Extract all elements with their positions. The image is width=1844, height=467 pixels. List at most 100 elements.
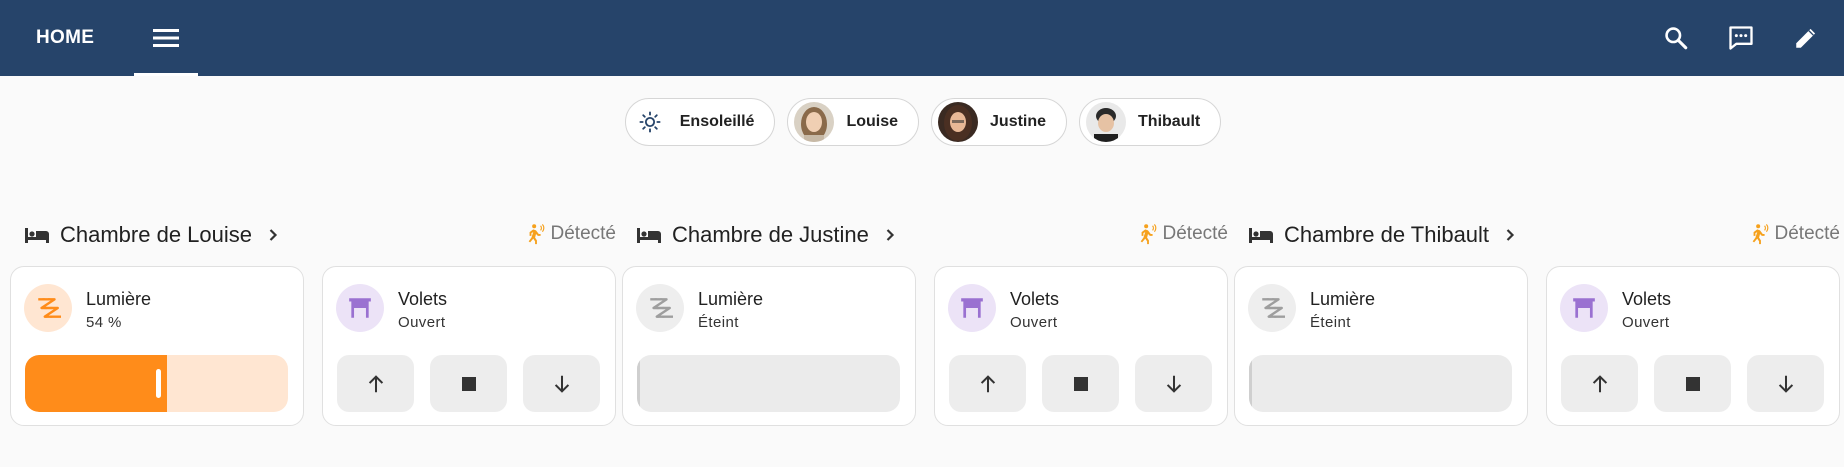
- light-name: Lumière: [86, 289, 152, 309]
- shutter-state: Ouvert: [398, 314, 446, 331]
- chat-icon: [1729, 26, 1753, 50]
- light-card[interactable]: Lumière 54 %: [10, 266, 304, 426]
- badges-row: Ensoleillé Louise Justine Thibault: [0, 98, 1844, 146]
- motion-state-label: Détecté: [1774, 223, 1840, 244]
- light-name: Lumière: [1310, 289, 1376, 309]
- light-state: Éteint: [1310, 314, 1351, 331]
- room-title: Chambre de Thibault: [1284, 222, 1490, 247]
- brightness-slider[interactable]: [25, 355, 288, 412]
- stop-icon: [461, 376, 476, 391]
- tab-home[interactable]: HOME: [36, 0, 94, 76]
- assist-button[interactable]: [1725, 22, 1757, 54]
- shutter-stop-button[interactable]: [1654, 355, 1731, 412]
- light-card[interactable]: Lumière Éteint: [622, 266, 916, 426]
- arrow-down-icon: [554, 375, 569, 393]
- chevron-right-icon: [1506, 229, 1515, 241]
- stop-icon: [1073, 376, 1088, 391]
- led-strip-icon: [38, 298, 61, 318]
- shutter-close-button[interactable]: [523, 355, 600, 412]
- search-button[interactable]: [1660, 22, 1692, 54]
- shutter-open-button[interactable]: [1561, 355, 1638, 412]
- shutter-open-button[interactable]: [949, 355, 1026, 412]
- light-icon-button[interactable]: [1248, 284, 1296, 332]
- brightness-slider-fill: [25, 355, 167, 412]
- shutter-icon-button[interactable]: [948, 284, 996, 332]
- arrow-up-icon: [368, 374, 383, 392]
- edit-icon: [1796, 28, 1816, 48]
- arrow-down-icon: [1166, 375, 1181, 393]
- motion-sensor-icon: [528, 223, 544, 245]
- badge-person-justine[interactable]: Justine: [931, 98, 1068, 146]
- brightness-slider-fill: [637, 355, 640, 412]
- avatar: [1086, 102, 1127, 142]
- shutter-name: Volets: [1622, 289, 1672, 309]
- shutter-name: Volets: [1010, 289, 1060, 309]
- room-header[interactable]: Chambre de Louise Détecté: [10, 220, 622, 250]
- light-state: 54 %: [86, 314, 122, 331]
- shutter-state: Ouvert: [1622, 314, 1670, 331]
- edit-dashboard-button[interactable]: [1790, 22, 1822, 54]
- badge-label: Louise: [846, 113, 899, 130]
- search-icon: [1665, 27, 1688, 50]
- brightness-slider[interactable]: [637, 355, 900, 412]
- led-strip-icon: [650, 298, 673, 318]
- shutter-close-button[interactable]: [1135, 355, 1212, 412]
- motion-status: Détecté: [525, 223, 616, 245]
- light-icon-button[interactable]: [636, 284, 684, 332]
- shutter-close-button[interactable]: [1747, 355, 1824, 412]
- shutter-icon-button[interactable]: [336, 284, 384, 332]
- motion-sensor-icon: [1752, 223, 1768, 245]
- light-card[interactable]: Lumière Éteint: [1234, 266, 1528, 426]
- bed-icon: [637, 228, 661, 243]
- window-shutter-icon: [349, 298, 371, 318]
- shutter-stop-button[interactable]: [430, 355, 507, 412]
- shutter-card[interactable]: Volets Ouvert: [1546, 266, 1840, 426]
- motion-status: Détecté: [1137, 223, 1228, 245]
- sunny-icon: [632, 104, 668, 140]
- arrow-up-icon: [980, 374, 995, 392]
- shutter-card[interactable]: Volets Ouvert: [934, 266, 1228, 426]
- badge-weather[interactable]: Ensoleillé: [624, 98, 776, 146]
- room-header[interactable]: Chambre de Justine Détecté: [622, 220, 1234, 250]
- badge-label: Ensoleillé: [679, 113, 755, 130]
- badge-label: Justine: [990, 113, 1047, 130]
- light-state: Éteint: [698, 314, 739, 331]
- motion-state-label: Détecté: [550, 223, 616, 244]
- shutter-name: Volets: [398, 289, 448, 309]
- room-title: Chambre de Justine: [672, 222, 869, 247]
- shutter-open-button[interactable]: [337, 355, 414, 412]
- bed-icon: [25, 228, 49, 243]
- shutter-card[interactable]: Volets Ouvert: [322, 266, 616, 426]
- badge-person-louise[interactable]: Louise: [787, 98, 920, 146]
- tab-menu[interactable]: [134, 0, 199, 76]
- bed-icon: [1249, 228, 1273, 243]
- arrow-up-icon: [1592, 374, 1607, 392]
- avatar: [938, 102, 979, 142]
- chevron-right-icon: [269, 229, 278, 241]
- avatar: [794, 102, 835, 142]
- room-section: Chambre de Louise Détecté Lumière 54 % V…: [10, 220, 622, 426]
- light-icon-button[interactable]: [24, 284, 72, 332]
- top-app-bar: HOME: [0, 0, 1844, 76]
- room-section: Chambre de Thibault Détecté Lumière Étei…: [1234, 220, 1844, 426]
- brightness-slider[interactable]: [1249, 355, 1512, 412]
- window-shutter-icon: [961, 298, 983, 318]
- window-shutter-icon: [1573, 298, 1595, 318]
- room-header[interactable]: Chambre de Thibault Détecté: [1234, 220, 1844, 250]
- led-strip-icon: [1262, 298, 1285, 318]
- brightness-slider-handle[interactable]: [156, 369, 161, 398]
- chevron-right-icon: [886, 229, 894, 241]
- badge-person-thibault[interactable]: Thibault: [1079, 98, 1222, 146]
- brightness-slider-fill: [1249, 355, 1252, 412]
- stop-icon: [1685, 376, 1700, 391]
- motion-sensor-icon: [1140, 223, 1156, 245]
- shutter-icon-button[interactable]: [1560, 284, 1608, 332]
- room-title: Chambre de Louise: [60, 222, 253, 247]
- menu-icon: [153, 29, 180, 47]
- shutter-stop-button[interactable]: [1042, 355, 1119, 412]
- shutter-state: Ouvert: [1010, 314, 1058, 331]
- room-section: Chambre de Justine Détecté Lumière Étein…: [622, 220, 1234, 426]
- badge-label: Thibault: [1138, 113, 1201, 130]
- light-name: Lumière: [698, 289, 764, 309]
- arrow-down-icon: [1778, 375, 1793, 393]
